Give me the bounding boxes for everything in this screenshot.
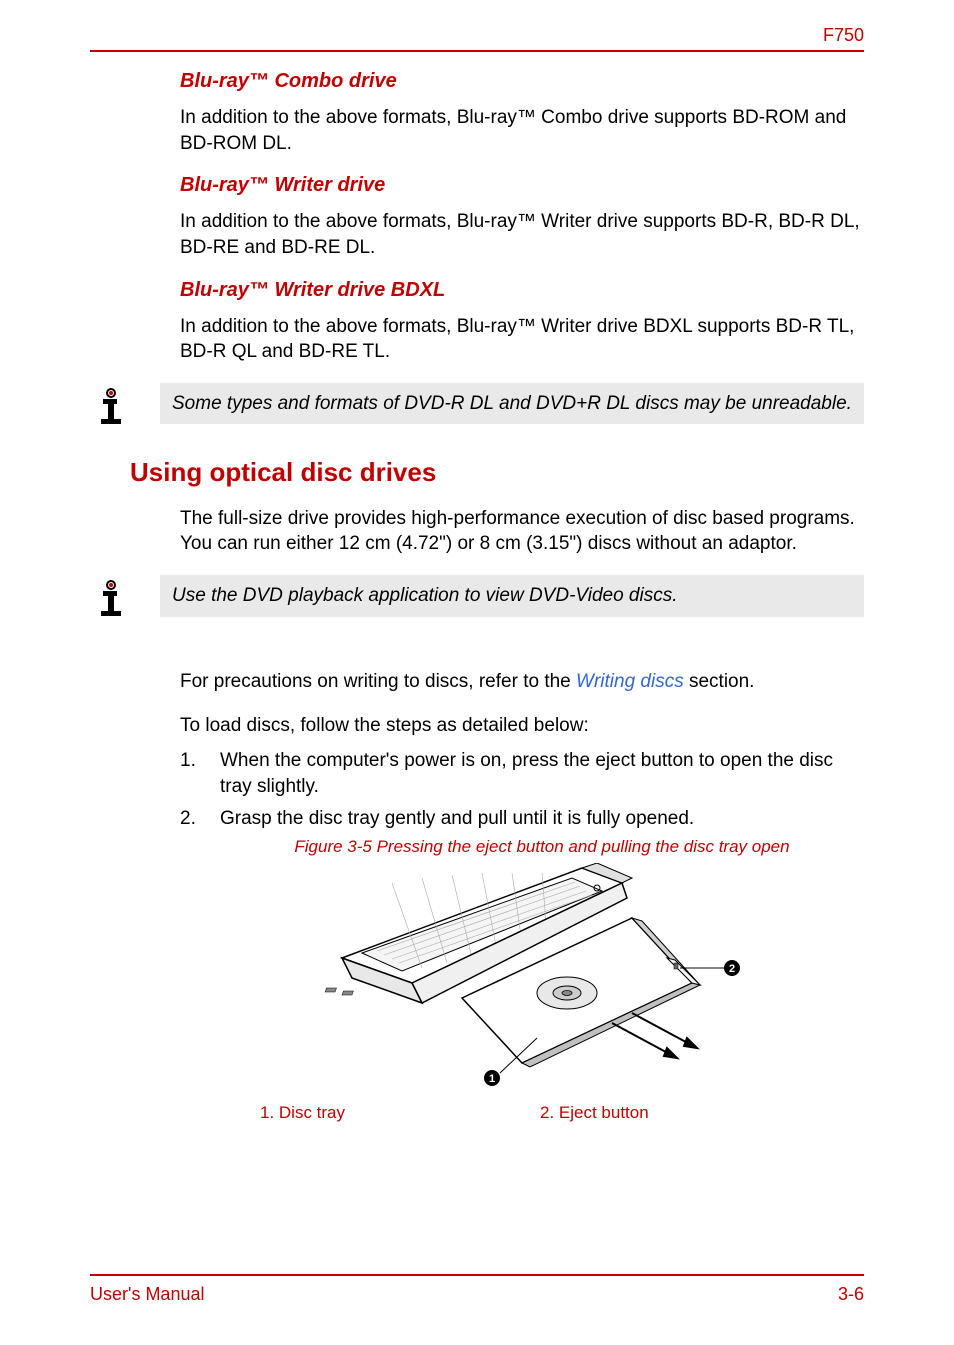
callout-2: 2. Eject button (540, 1103, 864, 1123)
writing-discs-link[interactable]: Writing discs (576, 671, 684, 692)
callout-1: 1. Disc tray (260, 1103, 540, 1123)
footer-right: 3-6 (838, 1284, 864, 1305)
footer-left: User's Manual (90, 1284, 204, 1305)
step-1-num: 1. (180, 748, 220, 799)
text-load-intro: To load discs, follow the steps as detai… (180, 713, 864, 739)
heading-bdxl: Blu-ray™ Writer drive BDXL (180, 279, 864, 302)
page-footer: User's Manual 3-6 (90, 1274, 864, 1305)
heading-using: Using optical disc drives (130, 457, 864, 488)
heading-combo: Blu-ray™ Combo drive (180, 70, 864, 93)
precautions-post: section. (684, 671, 755, 692)
note-row-2: Use the DVD playback application to view… (90, 575, 864, 619)
step-2-num: 2. (180, 806, 220, 832)
step-1-text: When the computer's power is on, press t… (220, 748, 864, 799)
text-precautions: For precautions on writing to discs, ref… (180, 669, 864, 695)
info-icon (90, 385, 132, 427)
figure-caption: Figure 3-5 Pressing the eject button and… (220, 837, 864, 857)
text-writer: In addition to the above formats, Blu-ra… (180, 209, 864, 260)
heading-writer: Blu-ray™ Writer drive (180, 174, 864, 197)
header-model: F750 (90, 25, 864, 46)
note-row-1: Some types and formats of DVD-R DL and D… (90, 383, 864, 427)
svg-text:1: 1 (489, 1073, 495, 1085)
svg-text:2: 2 (729, 963, 735, 975)
text-bdxl: In addition to the above formats, Blu-ra… (180, 314, 864, 365)
step-2-text: Grasp the disc tray gently and pull unti… (220, 806, 864, 832)
text-using: The full-size drive provides high-perfor… (180, 506, 864, 557)
figure-3-5: 1 2 (220, 863, 864, 1093)
step-1: 1. When the computer's power is on, pres… (180, 748, 864, 799)
figure-callouts: 1. Disc tray 2. Eject button (260, 1103, 864, 1123)
text-combo: In addition to the above formats, Blu-ra… (180, 105, 864, 156)
step-2: 2. Grasp the disc tray gently and pull u… (180, 806, 864, 832)
info-icon (90, 577, 132, 619)
precautions-pre: For precautions on writing to discs, ref… (180, 671, 576, 692)
footer-rule (90, 1274, 864, 1276)
header-rule (90, 50, 864, 52)
note-text-1: Some types and formats of DVD-R DL and D… (160, 383, 864, 425)
note-text-2: Use the DVD playback application to view… (160, 575, 864, 617)
